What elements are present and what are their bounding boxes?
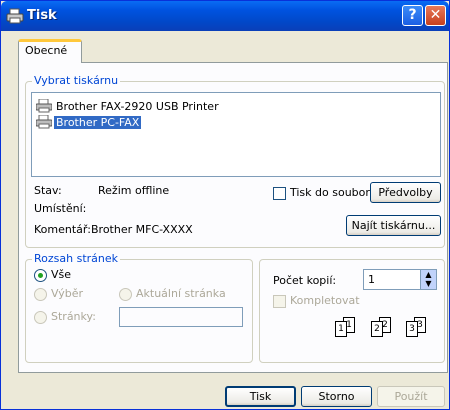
- collate-label[interactable]: Kompletovat: [290, 294, 360, 307]
- range-all-radio[interactable]: [34, 269, 47, 282]
- printer-item[interactable]: Brother FAX-2920 USB Printer: [35, 98, 221, 114]
- range-selection-radio[interactable]: [34, 288, 47, 301]
- copies-spinner[interactable]: ▲ ▼: [420, 270, 436, 289]
- collate-page: 1: [335, 321, 347, 337]
- find-printer-button[interactable]: Najít tiskárnu...: [346, 215, 441, 236]
- page-range-legend: Rozsah stránek: [32, 252, 121, 265]
- printer-group-legend: Vybrat tiskárnu: [32, 74, 121, 87]
- preferences-button[interactable]: Předvolby: [370, 182, 441, 203]
- collate-illustration-2: 2 2: [369, 317, 397, 337]
- status-value: Režim offline: [98, 184, 170, 197]
- close-button[interactable]: ✕: [425, 5, 446, 26]
- range-pages-label[interactable]: Stránky:: [51, 310, 96, 323]
- comment-value: Brother MFC-XXXX: [91, 223, 193, 236]
- window-title: Tisk: [27, 8, 57, 23]
- status-label: Stav:: [34, 184, 62, 197]
- printer-icon: [6, 8, 24, 24]
- collate-checkbox[interactable]: [273, 295, 286, 308]
- comment-label: Komentář:: [34, 223, 91, 236]
- range-current-page-label[interactable]: Aktuální stránka: [136, 287, 226, 300]
- printer-list[interactable]: Brother FAX-2920 USB Printer Brother PC-…: [31, 92, 441, 177]
- printer-label: Brother PC-FAX: [54, 115, 142, 129]
- close-icon: ✕: [429, 7, 442, 23]
- apply-button[interactable]: Použít: [377, 386, 445, 407]
- location-label: Umístění:: [34, 202, 87, 215]
- copies-label: Počet kopií:: [273, 274, 337, 287]
- print-button[interactable]: Tisk: [225, 386, 296, 407]
- help-button[interactable]: ?: [402, 5, 423, 26]
- printer-icon: [35, 114, 53, 129]
- printer-item-selected[interactable]: Brother PC-FAX: [35, 114, 142, 130]
- collate-illustration-1: 1 1: [333, 317, 361, 337]
- copies-input[interactable]: 1 ▲ ▼: [363, 269, 437, 290]
- copies-value: 1: [368, 273, 375, 286]
- print-to-file-label[interactable]: Tisk do souboru: [290, 186, 377, 199]
- title-bar[interactable]: Tisk ? ✕: [1, 1, 449, 31]
- printer-label: Brother FAX-2920 USB Printer: [56, 99, 219, 113]
- range-selection-label[interactable]: Výběr: [51, 287, 83, 300]
- collate-illustration-3: 3 3: [404, 317, 432, 337]
- collate-page: 2: [371, 321, 383, 337]
- question-mark-icon: ?: [408, 7, 417, 23]
- print-dialog: Tisk ? ✕ Obecné Vybrat tiskárnu Brother …: [0, 0, 450, 410]
- range-pages-radio[interactable]: [34, 311, 47, 324]
- spin-up-icon[interactable]: ▲: [421, 270, 436, 279]
- range-current-page-radio[interactable]: [119, 288, 132, 301]
- collate-page: 3: [406, 321, 418, 337]
- spin-down-icon[interactable]: ▼: [421, 279, 436, 288]
- cancel-button[interactable]: Storno: [301, 386, 372, 407]
- print-to-file-checkbox[interactable]: [273, 187, 286, 200]
- printer-icon: [35, 98, 53, 113]
- tab-general[interactable]: Obecné: [18, 39, 82, 63]
- pages-input[interactable]: [119, 307, 243, 327]
- range-all-label[interactable]: Vše: [51, 268, 71, 281]
